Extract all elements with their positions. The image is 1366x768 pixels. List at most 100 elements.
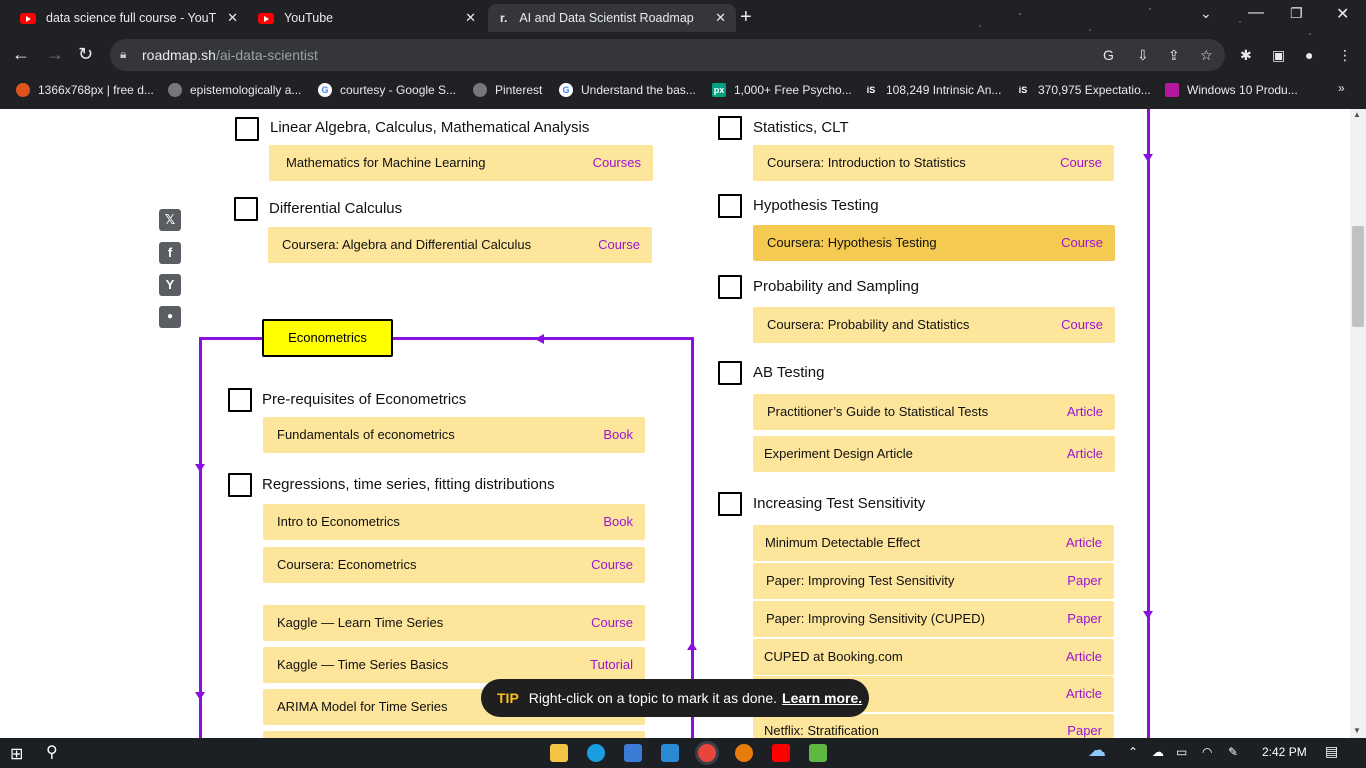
minimize-button[interactable]: —: [1248, 4, 1264, 22]
resource-link[interactable]: CUPED at Booking.com Article: [753, 639, 1114, 675]
resource-link[interactable]: Minimum Detectable Effect Article: [753, 525, 1114, 561]
resource-link[interactable]: Paper: Improving Sensitivity (CUPED) Pape…: [753, 601, 1114, 637]
topic-title[interactable]: Probability and Sampling: [753, 278, 919, 295]
google-lens-icon[interactable]: G: [1103, 47, 1114, 63]
youtube-app-icon[interactable]: [772, 744, 790, 762]
file-explorer-icon[interactable]: [550, 744, 568, 762]
topic-title[interactable]: Pre-requisites of Econometrics: [262, 391, 466, 408]
windows-start-icon[interactable]: ⊞: [10, 744, 23, 764]
topic-title[interactable]: Hypothesis Testing: [753, 197, 879, 214]
topic-checkbox[interactable]: [718, 492, 742, 516]
wifi-icon[interactable]: ◠: [1202, 745, 1212, 759]
scrollbar[interactable]: [1350, 109, 1366, 738]
network-icon[interactable]: ☁: [1152, 745, 1164, 759]
more-bookmarks-icon[interactable]: »: [1338, 81, 1345, 95]
bookmark-1[interactable]: 1366x768px | free d...: [16, 81, 154, 99]
topic-checkbox[interactable]: [228, 388, 252, 412]
window-close-button[interactable]: ✕: [1336, 4, 1349, 24]
resource-link[interactable]: Coursera: Introduction to Statistics Cour…: [753, 145, 1114, 181]
tab-youtube[interactable]: YouTube ✕: [258, 4, 478, 32]
resource-link[interactable]: Coursera: Econometrics Course: [263, 547, 645, 583]
arrow-down-icon: [1143, 154, 1153, 162]
topic-checkbox[interactable]: [234, 197, 258, 221]
resource-link[interactable]: Kaggle — Time Series Basics Tutorial: [263, 647, 645, 683]
url-text[interactable]: roadmap.sh/ai-data-scientist: [142, 47, 318, 63]
bookmark-7[interactable]: iS 108,249 Intrinsic An...: [864, 81, 1002, 99]
bookmark-9[interactable]: Windows 10 Produ...: [1165, 81, 1298, 99]
new-tab-button[interactable]: +: [740, 6, 752, 29]
topic-title[interactable]: Statistics, CLT: [753, 119, 849, 136]
resource-link[interactable]: Practitioner’s Guide to Statistical Test…: [753, 394, 1115, 430]
topic-title[interactable]: Increasing Test Sensitivity: [753, 495, 925, 512]
weather-icon[interactable]: ☁: [1088, 740, 1106, 761]
star-icon[interactable]: ☆: [1200, 47, 1213, 64]
facebook-icon[interactable]: f: [159, 242, 181, 264]
topic-checkbox[interactable]: [718, 116, 742, 140]
blender-icon[interactable]: [735, 744, 753, 762]
side-panel-icon[interactable]: ▣: [1272, 47, 1285, 64]
profile-icon[interactable]: ●: [1305, 47, 1313, 63]
topic-checkbox[interactable]: [718, 361, 742, 385]
pen-icon[interactable]: ✎: [1228, 745, 1238, 759]
hackernews-icon[interactable]: Y: [159, 274, 181, 296]
bookmark-3[interactable]: Gcourtesy - Google S...: [318, 81, 456, 99]
tab-search-button[interactable]: ⌄: [1200, 5, 1212, 22]
scrollbar-thumb[interactable]: [1352, 226, 1364, 327]
restore-button[interactable]: ❐: [1290, 5, 1303, 22]
chrome-icon[interactable]: [698, 744, 716, 762]
learn-more-link[interactable]: Learn more.: [782, 690, 862, 706]
bookmark-8[interactable]: iS 370,975 Expectatio...: [1016, 81, 1151, 99]
install-icon[interactable]: ⇩: [1137, 47, 1149, 64]
topic-title[interactable]: Linear Algebra, Calculus, Mathematical A…: [270, 119, 589, 136]
notifications-icon[interactable]: ▤: [1325, 743, 1338, 760]
resource-link[interactable]: Experiment Design Article Article: [753, 436, 1115, 472]
resource-link[interactable]: Netflix: Stratification Paper: [753, 714, 1114, 738]
clock-time[interactable]: 2:42 PM: [1262, 745, 1307, 759]
connector-line: [1147, 109, 1150, 738]
x-twitter-icon[interactable]: 𝕏: [159, 209, 181, 231]
tab-data-science[interactable]: data science full course - YouTub ✕: [20, 4, 238, 32]
resource-link[interactable]: Intro to Econometrics Book: [263, 504, 645, 540]
close-icon[interactable]: ✕: [715, 10, 726, 26]
battery-icon[interactable]: ▭: [1176, 745, 1187, 759]
chevron-up-icon[interactable]: ⌃: [1128, 745, 1138, 759]
resource-link[interactable]: Coursera: Probability and Statistics Cour…: [753, 307, 1115, 343]
close-icon[interactable]: ✕: [465, 10, 476, 26]
store-icon[interactable]: [624, 744, 642, 762]
edge-icon[interactable]: [587, 744, 605, 762]
topic-checkbox[interactable]: [718, 194, 742, 218]
extensions-icon[interactable]: ✱: [1240, 47, 1252, 64]
app-icon[interactable]: [809, 744, 827, 762]
topic-title[interactable]: Differential Calculus: [269, 200, 402, 217]
topic-checkbox[interactable]: [228, 473, 252, 497]
resource-link[interactable]: [263, 731, 645, 738]
reload-button[interactable]: ↻: [78, 44, 93, 65]
close-icon[interactable]: ✕: [227, 10, 238, 26]
scroll-up-icon[interactable]: ▲: [1353, 110, 1361, 119]
bookmark-2[interactable]: epistemologically a...: [168, 81, 301, 99]
resource-link[interactable]: Coursera: Algebra and Differential Calcu…: [268, 227, 652, 263]
topic-title[interactable]: Regressions, time series, fitting distri…: [262, 476, 555, 493]
mail-icon[interactable]: [661, 744, 679, 762]
resource-link[interactable]: Fundamentals of econometrics Book: [263, 417, 645, 453]
topic-title[interactable]: AB Testing: [753, 364, 824, 381]
menu-icon[interactable]: ⋮: [1338, 47, 1352, 64]
resource-link[interactable]: Coursera: Hypothesis Testing Course: [753, 225, 1115, 261]
resource-link[interactable]: Paper: Improving Test Sensitivity Paper: [753, 563, 1114, 599]
topic-checkbox[interactable]: [718, 275, 742, 299]
reddit-icon[interactable]: ●: [159, 306, 181, 328]
scroll-down-icon[interactable]: ▼: [1353, 726, 1361, 735]
resource-link[interactable]: Mathematics for Machine Learning Courses: [269, 145, 653, 181]
resource-link[interactable]: Kaggle — Learn Time Series Course: [263, 605, 645, 641]
bookmark-5[interactable]: G Understand the bas...: [559, 81, 696, 99]
forward-button[interactable]: →: [46, 44, 64, 65]
bookmark-4[interactable]: Pinterest: [473, 81, 542, 99]
econometrics-node[interactable]: Econometrics: [262, 319, 393, 357]
tab-roadmap[interactable]: r. AI and Data Scientist Roadmap ✕: [488, 4, 736, 32]
share-icon[interactable]: ⇪: [1168, 47, 1180, 64]
topic-checkbox[interactable]: [235, 117, 259, 141]
search-icon[interactable]: ⚲: [46, 742, 58, 762]
bookmark-6[interactable]: px 1,000+ Free Psycho...: [712, 81, 852, 99]
back-button[interactable]: ←: [12, 44, 30, 65]
tab-title: data science full course - YouTub: [46, 11, 216, 25]
